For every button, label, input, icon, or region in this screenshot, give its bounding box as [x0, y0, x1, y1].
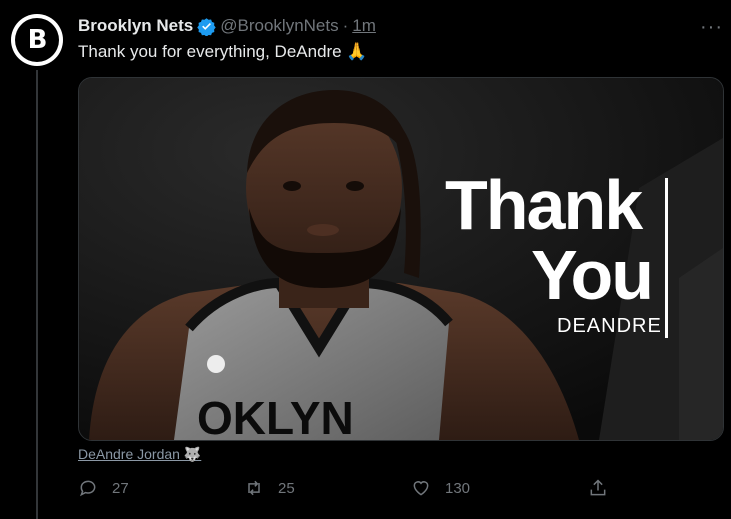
- handle[interactable]: @BrooklynNets: [220, 16, 338, 36]
- image-text-you: You: [531, 236, 654, 314]
- jersey-lettering: OKLYN: [197, 392, 354, 440]
- verified-badge-icon: [197, 17, 216, 36]
- retweet-icon: [248, 480, 260, 496]
- retweet-count: 25: [278, 479, 295, 497]
- reply-icon: [79, 480, 96, 497]
- more-options-icon[interactable]: ···: [700, 16, 723, 39]
- separator: ·: [342, 16, 349, 35]
- reply-button[interactable]: 27: [78, 478, 129, 498]
- share-button[interactable]: [588, 478, 608, 498]
- display-name[interactable]: Brooklyn Nets: [78, 16, 193, 36]
- image-text-name: DEANDRE: [557, 315, 662, 337]
- timestamp[interactable]: 1m: [352, 16, 376, 36]
- jordan-logo-icon: [207, 355, 225, 373]
- reply-count: 27: [112, 479, 129, 497]
- like-button[interactable]: 130: [411, 478, 470, 498]
- image-divider: [665, 178, 668, 338]
- avatar[interactable]: B: [11, 14, 63, 66]
- heart-icon: [413, 481, 429, 496]
- tagged-user-link[interactable]: DeAndre Jordan 🐺: [78, 446, 201, 463]
- tweet-header: Brooklyn Nets @BrooklynNets · 1m: [78, 15, 376, 37]
- tweet-media-image[interactable]: OKLYN Thank You DEANDRE: [78, 77, 724, 441]
- thread-line: [36, 70, 38, 519]
- image-text-thank: Thank: [445, 166, 643, 244]
- avatar-letter: B: [27, 25, 48, 55]
- tweet-text: Thank you for everything, DeAndre 🙏: [78, 42, 368, 61]
- like-count: 130: [445, 479, 471, 497]
- share-icon: [590, 479, 606, 496]
- retweet-button[interactable]: 25: [244, 478, 295, 498]
- nets-logo-icon: B: [15, 18, 59, 62]
- tweet-actions: 27 25 130: [78, 478, 618, 502]
